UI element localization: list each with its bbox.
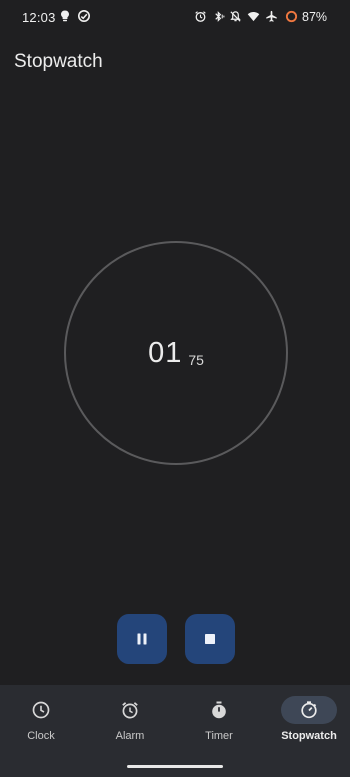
elapsed-seconds: 01 [148,336,183,369]
battery-ring-icon [285,10,298,23]
elapsed-time-readout: 01 75 [66,243,286,463]
wifi-icon [247,12,260,22]
nav-label-stopwatch: Stopwatch [281,730,337,742]
nav-label-clock: Clock [27,730,55,742]
alarm-icon [195,11,206,22]
nav-pill-timer [191,696,247,724]
cloud-sync-icon [78,10,90,22]
nav-label-timer: Timer [205,730,233,742]
page-title: Stopwatch [14,51,103,72]
stopwatch-icon [301,701,317,719]
pause-icon [137,633,147,645]
home-indicator[interactable] [127,765,223,768]
battery-percentage: 87% [302,10,328,24]
nav-item-clock[interactable]: Clock [0,685,85,755]
nav-pill-stopwatch [281,696,337,724]
alarm-icon [122,702,138,719]
nav-item-timer[interactable]: Timer [175,685,263,755]
airplane-icon [266,10,277,22]
nav-item-alarm[interactable]: Alarm [86,685,174,755]
timer-icon [212,701,226,719]
clock-icon [32,701,50,719]
stopwatch-screen: 12:03 87% Stopwatch 01 75 Clock Alarm Ti… [0,0,350,777]
bottom-navigation: Clock Alarm Timer Stopwatch [0,685,350,777]
nav-pill-alarm [102,696,158,724]
bluetooth-vibrate-icon [215,11,225,22]
nav-pill-clock [13,696,69,724]
stop-icon [205,634,215,644]
status-bar: 12:03 87% [0,0,350,34]
elapsed-hundredths: 75 [188,352,204,368]
stopwatch-dial: 01 75 [64,241,288,465]
stop-button[interactable] [185,614,235,664]
nav-item-stopwatch[interactable]: Stopwatch [265,685,350,755]
nav-label-alarm: Alarm [115,730,145,742]
status-time: 12:03 [22,10,56,25]
bell-off-icon [230,11,241,22]
pause-button[interactable] [117,614,167,664]
bulb-icon [61,10,69,22]
